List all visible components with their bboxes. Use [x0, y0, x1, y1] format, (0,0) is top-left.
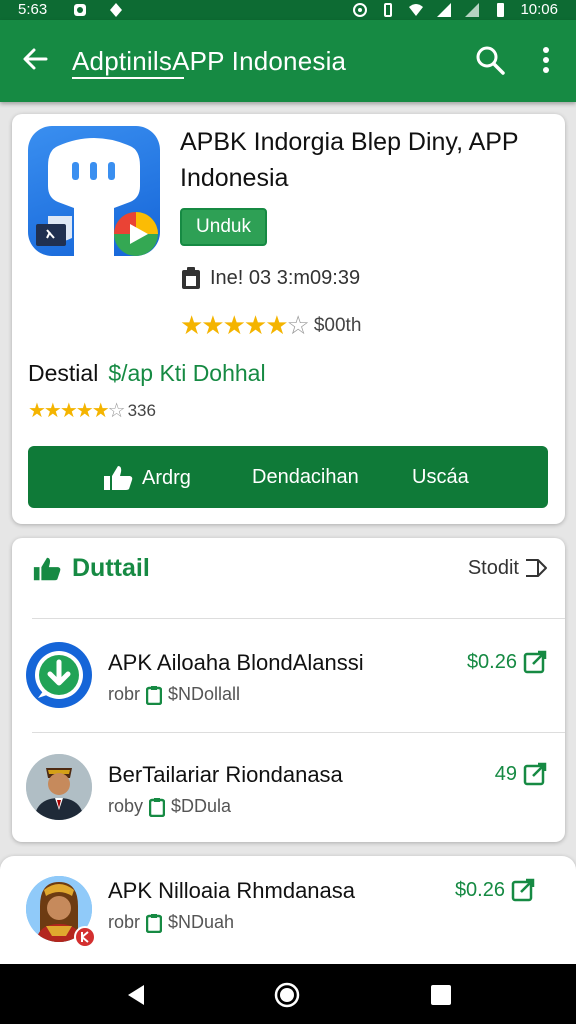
- item-sub: robr $NDollall: [108, 684, 240, 705]
- secondary-rating: ★★★★★☆ 336: [28, 398, 156, 423]
- item-sub-text: $NDollall: [168, 684, 241, 704]
- status-time-right: 10:06: [520, 1, 558, 18]
- detail-value[interactable]: $/ap Kti Dohhal: [108, 360, 265, 386]
- person-photo-icon: [26, 754, 92, 820]
- item-prefix: robr: [108, 684, 141, 704]
- item-prefix: robr: [108, 912, 141, 932]
- featured-app-card: APBK Indorgia Blep Diny, APP Indonesia U…: [12, 114, 565, 524]
- item-price[interactable]: 49: [495, 762, 547, 786]
- thumbs-up-icon: [33, 557, 61, 580]
- nav-home-icon[interactable]: [274, 982, 300, 1008]
- divider: [32, 618, 565, 619]
- title-underline: [72, 77, 184, 79]
- app-rating: ★★★★★☆ $00th: [180, 310, 361, 341]
- item-sub-text: $NDuah: [168, 912, 235, 932]
- action-button-2[interactable]: Dendacihan: [252, 466, 359, 489]
- clipboard-icon: [146, 685, 163, 705]
- item-sub: robr $NDuah: [108, 912, 234, 933]
- app-title: APBK Indorgia Blep Diny, APP Indonesia: [180, 128, 519, 192]
- list-item[interactable]: APK Ailoaha BlondAlanssi robr $NDollall …: [12, 622, 565, 732]
- open-external-icon: [511, 878, 535, 902]
- item-prefix: roby: [108, 796, 144, 816]
- app-icon[interactable]: [28, 126, 160, 256]
- app-meta: Ine! 03 3:m09:39: [180, 266, 360, 290]
- action-label-1: Ardrg: [142, 466, 191, 489]
- status-time-left: 5:63: [18, 1, 48, 18]
- download-icon: [26, 642, 92, 708]
- person-avatar: [26, 754, 92, 820]
- detail-row: Destial $/ap Kti Dohhal: [28, 360, 266, 387]
- vibrate-icon: [384, 3, 392, 17]
- detail-list-card: Duttail Stodit APK Ailoaha BlondAlanssi …: [12, 538, 565, 842]
- app-logo-icon: [36, 138, 158, 256]
- clipboard-icon: [146, 913, 163, 933]
- download-badge-icon: [35, 651, 83, 699]
- item-name: BerTailariar Riondanasa: [108, 762, 343, 787]
- system-nav-bar: [0, 964, 576, 1024]
- search-icon[interactable]: [474, 44, 506, 76]
- battery-icon: [497, 3, 504, 17]
- section-header: Duttail: [32, 554, 150, 583]
- item-sub-text: $DDula: [171, 796, 232, 816]
- section-title: Duttail: [72, 554, 150, 582]
- signal-icon: [437, 3, 451, 17]
- app-meta-text: Ine! 03 3:m09:39: [210, 266, 361, 289]
- app-bar: AdptinilsAPP Indonesia: [0, 20, 576, 102]
- item-sub: roby $DDula: [108, 796, 231, 817]
- nav-back-icon[interactable]: [124, 982, 150, 1008]
- back-arrow-icon[interactable]: [20, 44, 50, 74]
- rating-stars: ★★★★★☆: [180, 310, 310, 340]
- item-name: APK Nilloaia Rhmdanasa: [108, 878, 356, 903]
- app-bar-title: AdptinilsAPP Indonesia: [72, 46, 347, 76]
- clipboard-icon: [149, 797, 166, 817]
- item-price-text: $0.26: [466, 650, 517, 673]
- secondary-rating-count: 336: [127, 400, 156, 420]
- wifi-icon: [409, 4, 423, 16]
- item-price-text: 49: [494, 762, 517, 785]
- rating-count: $00th: [313, 314, 362, 336]
- detail-label: Destial: [28, 360, 99, 386]
- secondary-rating-stars: ★★★★★☆: [28, 400, 126, 422]
- list-item[interactable]: BerTailariar Riondanasa roby $DDula 49: [12, 734, 565, 844]
- item-name: APK Ailoaha BlondAlanssi: [108, 650, 364, 675]
- action-button-1[interactable]: Ardrg: [102, 464, 191, 492]
- nav-recents-icon[interactable]: [428, 982, 454, 1008]
- thumbs-up-icon: [104, 466, 133, 490]
- open-external-icon: [523, 650, 547, 674]
- location-icon: [110, 3, 122, 17]
- install-button[interactable]: Unduk: [180, 208, 267, 246]
- item-price[interactable]: $0.26: [467, 650, 547, 674]
- section-link-label: Stodit: [467, 556, 519, 579]
- arrow-right-icon: [526, 559, 547, 577]
- clipboard-icon: [182, 267, 200, 289]
- action-bar: Ardrg Dendacihan Uscáa: [28, 446, 548, 508]
- bottom-list-card: APK Nilloaia Rhmdanasa robr $NDuah $0.26: [0, 856, 576, 976]
- action-button-3[interactable]: Uscáa: [412, 466, 469, 489]
- section-more-link[interactable]: Stodit: [468, 556, 549, 580]
- notification-icon: [74, 4, 86, 16]
- status-bar: 5:63 10:06: [0, 0, 576, 20]
- alarm-icon: [353, 3, 367, 17]
- more-vert-icon[interactable]: [534, 44, 558, 76]
- divider: [32, 732, 565, 733]
- item-price-text: $0.26: [454, 878, 505, 901]
- list-item[interactable]: APK Nilloaia Rhmdanasa robr $NDuah $0.26: [12, 856, 565, 966]
- item-price[interactable]: $0.26: [455, 878, 535, 902]
- signal-icon-2: [465, 3, 479, 17]
- open-external-icon: [523, 762, 547, 786]
- badge-icon: [74, 926, 96, 948]
